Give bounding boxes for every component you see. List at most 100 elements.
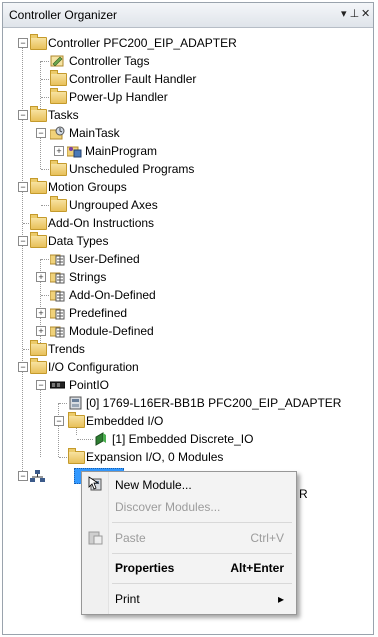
context-menu: New Module... Discover Modules... Paste … [81,471,297,615]
tree-item-label: Predefined [69,306,128,320]
collapse-icon[interactable]: − [18,471,28,481]
tree-item-label: PointIO [69,378,110,392]
menu-item-shortcut: Ctrl+V [250,531,284,545]
tree-item-add-on-defined[interactable]: Add-On-Defined [3,286,363,304]
collapse-icon[interactable]: − [18,362,28,372]
tree-item-embedded-io[interactable]: − Embedded I/O [3,412,363,430]
tree-item-label: Expansion I/O, 0 Modules [86,450,224,464]
folder-icon [50,88,67,104]
folder-icon [30,232,47,248]
folder-icon [30,34,47,50]
tree-item-main-task[interactable]: − MainTask [3,124,363,142]
expand-icon[interactable]: + [36,272,46,282]
datatype-icon [50,272,65,284]
pin-icon[interactable]: ▾ ⊥ [341,7,359,20]
tree-item-module-defined[interactable]: + Module-Defined [3,322,363,340]
tree-item-label: Embedded I/O [86,414,164,428]
tree-item-user-defined[interactable]: User-Defined [3,250,363,268]
module-icon [69,396,82,410]
folder-icon [30,214,47,230]
tree-item-expansion-io[interactable]: Expansion I/O, 0 Modules [3,448,363,466]
menu-item-shortcut: Alt+Enter [230,561,284,575]
panel-title: Controller Organizer [9,8,118,22]
folder-icon [30,358,47,374]
folder-icon [30,106,47,122]
tree-item-label: Power-Up Handler [69,90,168,104]
collapse-icon[interactable]: − [18,182,28,192]
tree-item-label: Controller PFC200_EIP_ADAPTER [48,36,237,50]
collapse-icon[interactable]: − [36,128,46,138]
module-icon [95,432,106,446]
menu-item-properties[interactable]: Properties Alt+Enter [82,557,296,579]
tree-item-label: User-Defined [69,252,140,266]
network-icon [30,470,45,482]
menu-item-label: New Module... [115,478,192,492]
expand-icon[interactable]: + [36,326,46,336]
tree-item-controller-fault-handler[interactable]: Controller Fault Handler [3,70,363,88]
tree-item-motion-groups[interactable]: − Motion Groups [3,178,363,196]
tree-item-io-configuration[interactable]: − I/O Configuration [3,358,363,376]
tree-item-controller-tags[interactable]: Controller Tags [3,52,363,70]
tree-item-label: Add-On-Defined [69,288,156,302]
collapse-icon[interactable]: − [54,416,64,426]
tree-item-predefined[interactable]: + Predefined [3,304,363,322]
tree-item-label: Data Types [48,234,109,248]
tree-item-power-up-handler[interactable]: Power-Up Handler [3,88,363,106]
module-icon [50,381,65,389]
collapse-icon[interactable]: − [18,110,28,120]
tree-item-label: Motion Groups [48,180,127,194]
folder-icon [68,412,85,428]
tree-item-label: Strings [69,270,107,284]
folder-icon [50,196,67,212]
menu-item-paste[interactable]: Paste Ctrl+V [82,527,296,549]
program-icon [67,146,82,158]
menu-separator [112,583,292,584]
menu-item-print[interactable]: Print ▸ [82,588,296,610]
tree-item-label: [0] 1769-L16ER-BB1B PFC200_EIP_ADAPTER [86,396,342,410]
tree-item-label: Ungrouped Axes [69,198,158,212]
tree-item-controller[interactable]: − Controller PFC200_EIP_ADAPTER [3,34,363,52]
tree-item-label: R [299,487,308,501]
collapse-icon[interactable]: − [36,380,46,390]
paste-icon [88,531,103,545]
tree-item-unscheduled-programs[interactable]: Unscheduled Programs [3,160,363,178]
tree-item-strings[interactable]: + Strings [3,268,363,286]
folder-icon [30,178,47,194]
menu-item-label: Paste [115,531,146,545]
menu-item-label: Discover Modules... [115,500,221,514]
submenu-arrow-icon: ▸ [277,592,284,606]
tree-item-data-types[interactable]: − Data Types [3,232,363,250]
panel-titlebar: Controller Organizer ▾ ⊥ ✕ [3,3,373,28]
tree-item-label: MainProgram [85,144,158,158]
menu-item-new-module[interactable]: New Module... [82,474,296,496]
controller-organizer-panel: Controller Organizer ▾ ⊥ ✕ − Controller … [2,2,374,635]
tree-item-tasks[interactable]: − Tasks [3,106,363,124]
tree-item-label: [1] Embedded Discrete_IO [112,432,254,446]
tree-item-trends[interactable]: Trends [3,340,363,358]
datatype-icon [50,254,65,266]
expand-icon[interactable]: + [36,308,46,318]
tree-item-main-program[interactable]: + MainProgram [3,142,363,160]
tree-item-label: Tasks [48,108,79,122]
tree-item-label: Controller Fault Handler [69,72,197,86]
tree-item-add-on-instructions[interactable]: Add-On Instructions [3,214,363,232]
tree-item-label: Add-On Instructions [48,216,155,230]
close-icon[interactable]: ✕ [361,7,370,20]
datatype-icon [50,308,65,320]
folder-icon [30,340,47,356]
tree-item-ungrouped-axes[interactable]: Ungrouped Axes [3,196,363,214]
tree-item-point-io[interactable]: − PointIO [3,376,363,394]
menu-separator [112,522,292,523]
collapse-icon[interactable]: − [18,236,28,246]
tree-item-module-1769[interactable]: [0] 1769-L16ER-BB1B PFC200_EIP_ADAPTER [3,394,373,412]
tree-item-embedded-discrete[interactable]: [1] Embedded Discrete_IO [3,430,363,448]
menu-item-label: Properties [115,561,175,575]
tree-item-label: Module-Defined [69,324,154,338]
folder-icon [68,448,85,464]
collapse-icon[interactable]: − [18,38,28,48]
menu-item-discover-modules[interactable]: Discover Modules... [82,496,296,518]
datatype-icon [50,290,65,302]
folder-icon [50,70,67,86]
tree-item-label: Controller Tags [69,54,150,68]
expand-icon[interactable]: + [54,146,64,156]
